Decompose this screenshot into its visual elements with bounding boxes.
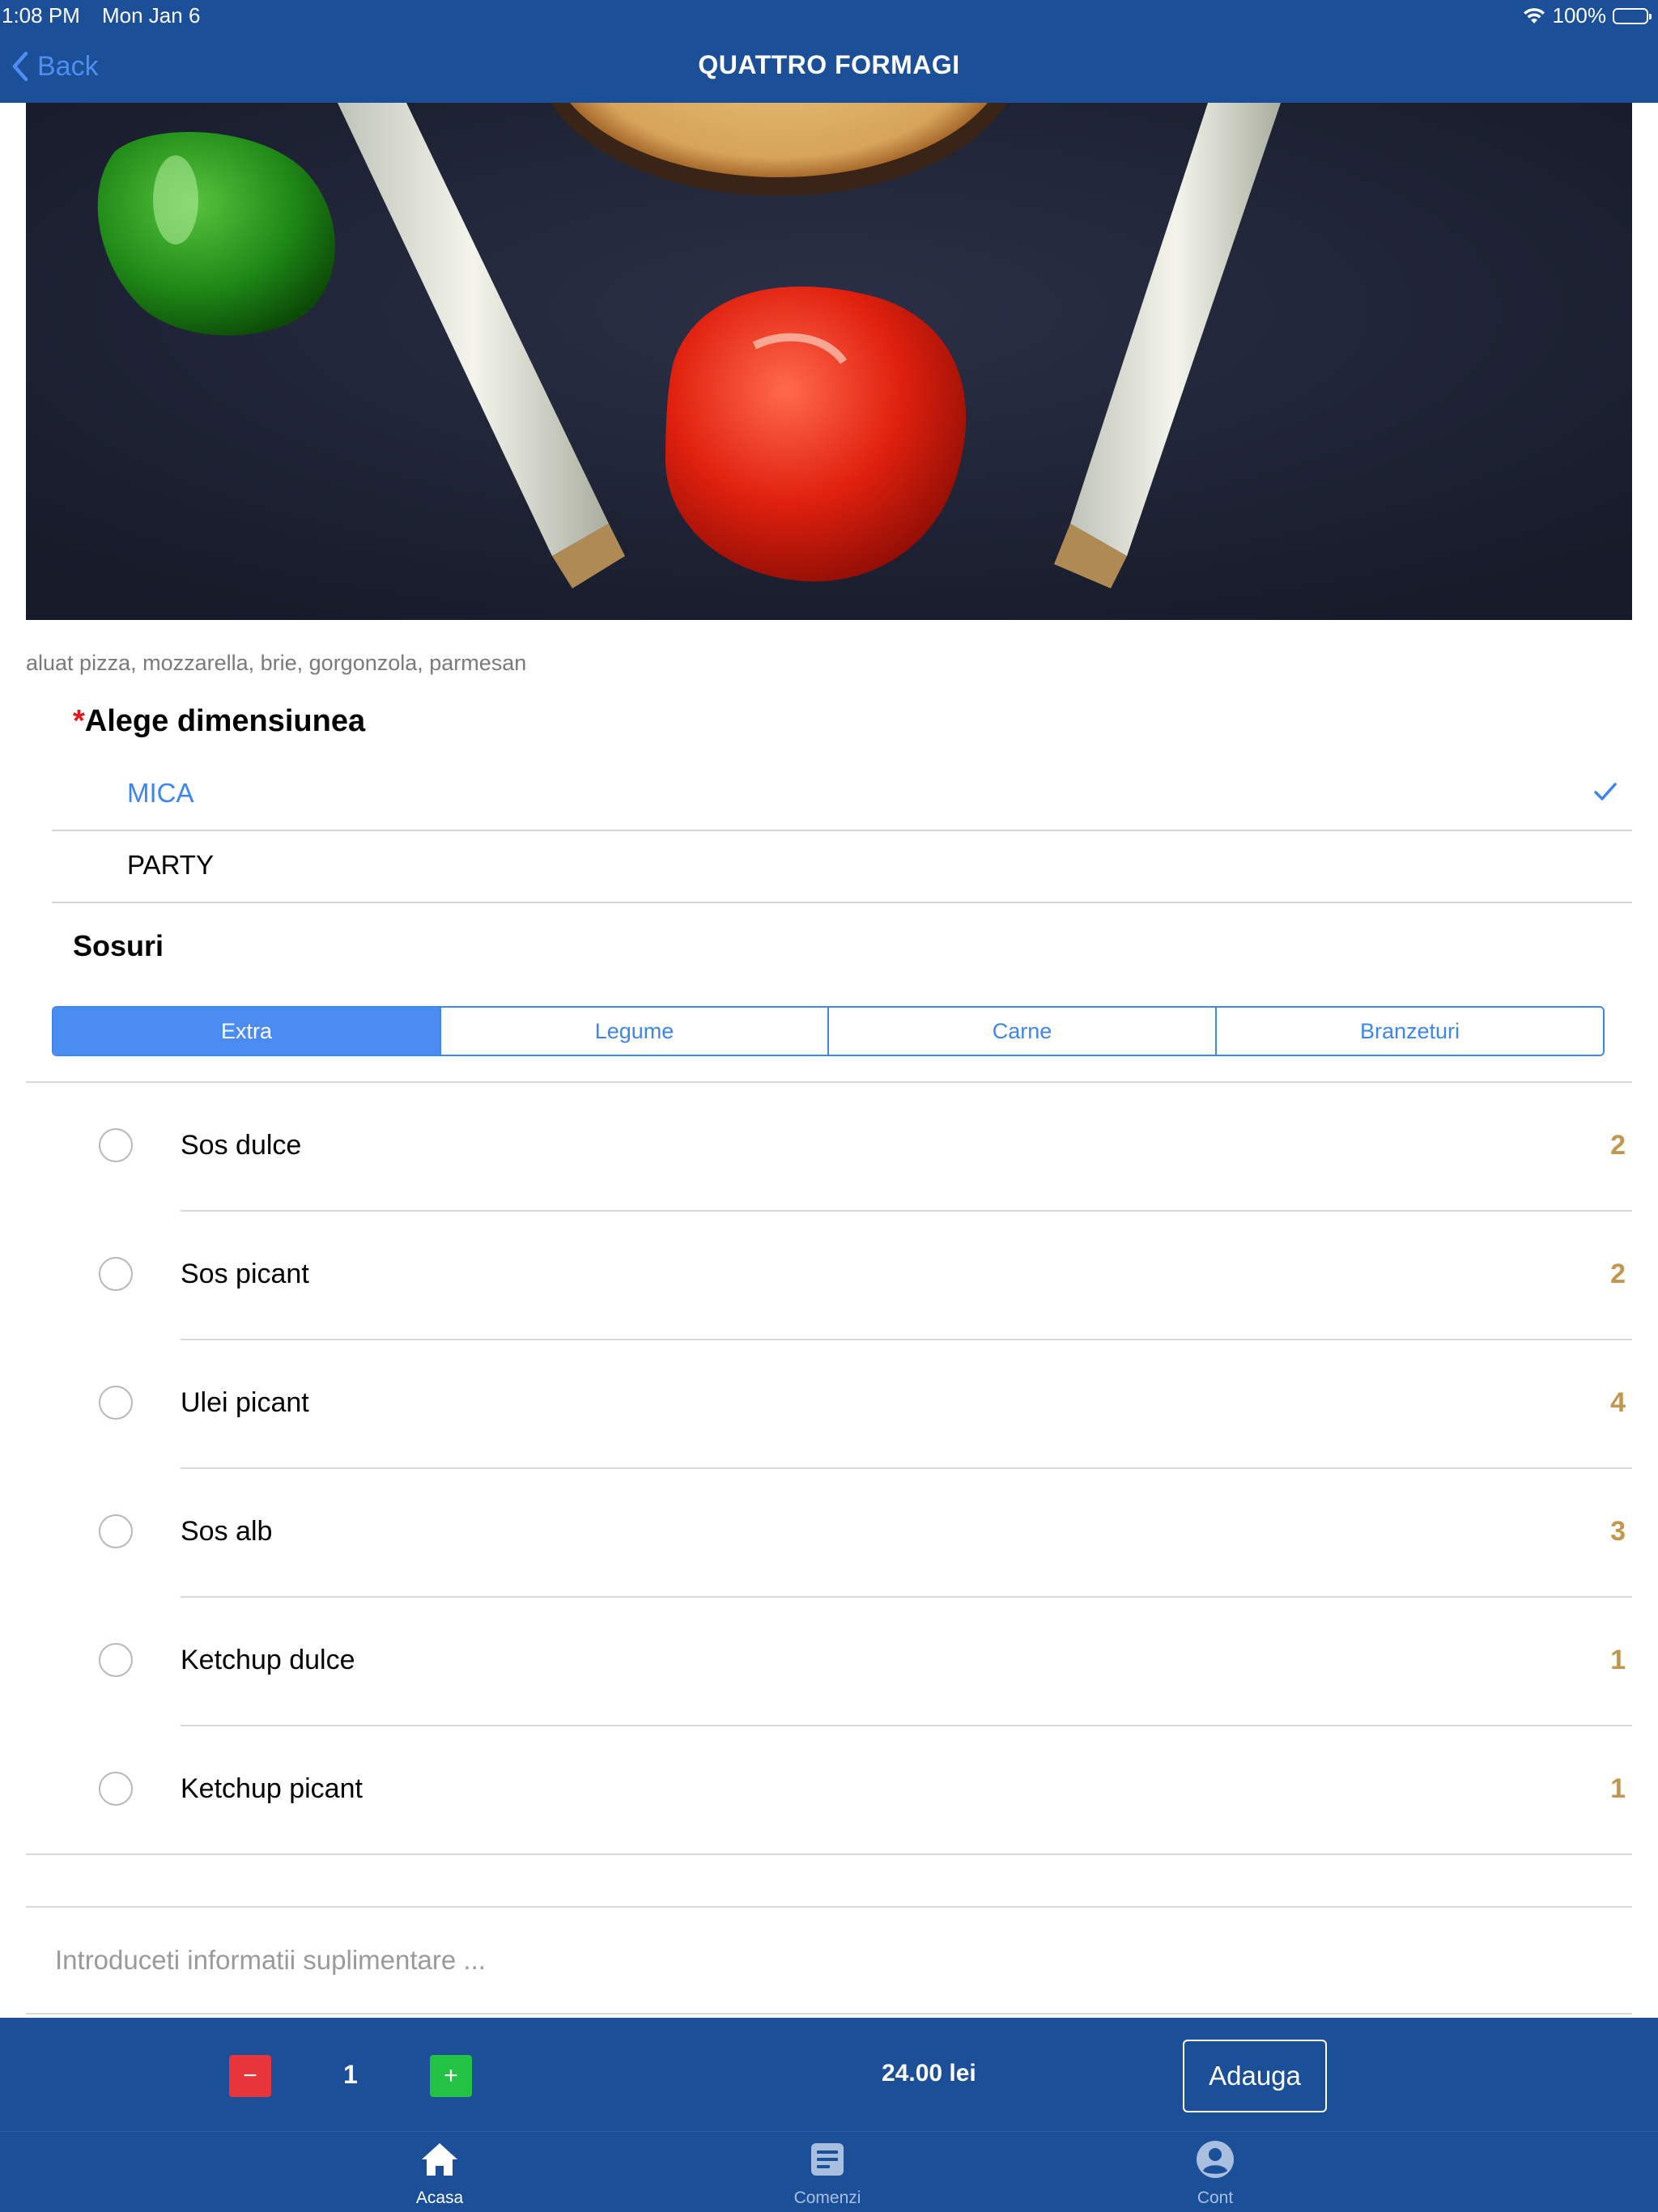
checkmark-icon (1594, 783, 1617, 800)
sauce-price: 3 (1610, 1516, 1626, 1547)
required-marker: * (73, 704, 85, 738)
radio-button[interactable] (99, 1514, 133, 1548)
tab-comenzi[interactable]: Comenzi (746, 2132, 908, 2212)
radio-button[interactable] (99, 1386, 133, 1420)
product-image (26, 103, 1632, 620)
account-icon (1197, 2141, 1234, 2178)
sauce-category-tabs: Extra Legume Carne Branzeturi (52, 1006, 1605, 1056)
sauce-item[interactable]: Ulei picant 4 (26, 1340, 1632, 1469)
sauce-name: Ketchup dulce (181, 1645, 355, 1675)
order-bar: − 1 + 24.00 lei Adauga (0, 2018, 1658, 2131)
tab-cont[interactable]: Cont (1134, 2132, 1296, 2212)
tab-label: Acasa (415, 2189, 464, 2207)
ingredients-text: aluat pizza, mozzarella, brie, gorgonzol… (26, 651, 527, 675)
tab-label: Comenzi (793, 2189, 861, 2207)
sauce-name: Sos picant (181, 1259, 309, 1289)
quantity-value: 1 (343, 2060, 358, 2089)
radio-button[interactable] (99, 1772, 133, 1806)
tab-acasa[interactable]: Acasa (359, 2132, 521, 2212)
tab-carne[interactable]: Carne (829, 1008, 1217, 1055)
divider (26, 1853, 1632, 1855)
notes-input[interactable] (26, 1906, 1632, 2015)
size-section-title: *Alege dimensiunea (73, 704, 365, 739)
size-option-label: MICA (127, 778, 194, 808)
tab-bar: Acasa Comenzi Cont (0, 2131, 1658, 2212)
home-icon (422, 2143, 457, 2176)
sauce-name: Ketchup picant (181, 1773, 363, 1804)
size-option-party[interactable]: PARTY (52, 832, 1632, 903)
radio-button[interactable] (99, 1643, 133, 1677)
tab-extra[interactable]: Extra (53, 1008, 441, 1055)
tab-branzeturi[interactable]: Branzeturi (1217, 1008, 1603, 1055)
status-date: Mon Jan 6 (102, 3, 201, 28)
decrease-quantity-button[interactable]: − (229, 2055, 271, 2097)
page-title: QUATTRO FORMAGI (698, 50, 960, 79)
sauce-item[interactable]: Sos picant 2 (26, 1212, 1632, 1340)
top-bar: 1:08 PM Mon Jan 6 100% Back QUATTRO FORM… (0, 0, 1658, 103)
plus-icon: + (444, 2062, 458, 2089)
sauces-section-title: Sosuri (73, 929, 164, 962)
tab-label: Cont (1197, 2189, 1234, 2207)
sauce-item[interactable]: Sos dulce 2 (26, 1083, 1632, 1212)
minus-icon: − (243, 2062, 257, 2089)
sauce-price: 1 (1610, 1645, 1626, 1675)
tab-legume[interactable]: Legume (441, 1008, 829, 1055)
sauce-item[interactable]: Sos alb 3 (26, 1469, 1632, 1598)
battery-icon (1613, 7, 1652, 24)
sauce-price: 2 (1610, 1259, 1626, 1289)
sauce-price: 2 (1610, 1130, 1626, 1161)
sauce-price: 1 (1610, 1773, 1626, 1804)
sauce-name: Sos dulce (181, 1130, 302, 1161)
sauce-price: 4 (1610, 1387, 1626, 1418)
status-indicators: 100% (1522, 3, 1652, 28)
sauce-item[interactable]: Ketchup dulce 1 (26, 1598, 1632, 1726)
add-to-cart-button[interactable]: Adauga (1183, 2040, 1327, 2112)
total-price: 24.00 lei (882, 2060, 976, 2087)
radio-button[interactable] (99, 1128, 133, 1162)
size-section-label: Alege dimensiunea (84, 704, 366, 738)
size-option-mica[interactable]: MICA (52, 760, 1632, 831)
status-time: 1:08 PM (2, 3, 80, 28)
orders-icon (811, 2143, 844, 2176)
battery-percent: 100% (1552, 3, 1607, 28)
size-option-label: PARTY (127, 850, 214, 880)
wifi-icon (1523, 7, 1545, 23)
radio-button[interactable] (99, 1257, 133, 1291)
sauce-name: Sos alb (181, 1516, 273, 1547)
sauce-name: Ulei picant (181, 1387, 309, 1418)
increase-quantity-button[interactable]: + (430, 2055, 472, 2097)
sauce-item[interactable]: Ketchup picant 1 (26, 1726, 1632, 1855)
